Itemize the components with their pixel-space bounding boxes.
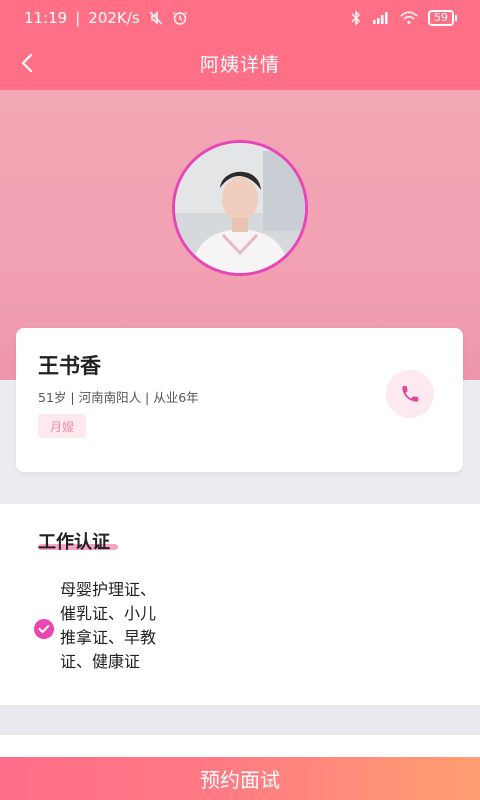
- avatar: [172, 140, 308, 276]
- certification-line: 证、健康证: [60, 652, 141, 671]
- status-bar: 11:19 | 202K/s 59: [0, 0, 480, 36]
- certification-title-wrap: 工作认证: [38, 528, 118, 554]
- certification-title: 工作认证: [38, 532, 110, 553]
- caregiver-name: 王书香: [38, 354, 101, 378]
- back-button[interactable]: [10, 46, 44, 80]
- section-gap: [0, 705, 480, 735]
- book-interview-button[interactable]: 预约面试: [0, 757, 480, 800]
- service-tag: 月嫂: [38, 414, 86, 438]
- certification-line: 母婴护理证、: [60, 580, 157, 599]
- header: 阿姨详情: [0, 36, 480, 90]
- avatar-photo: [175, 143, 305, 273]
- status-left: 11:19 | 202K/s: [24, 9, 188, 27]
- check-icon: [34, 619, 54, 639]
- battery-indicator: 59: [428, 10, 457, 26]
- certification-line: 推拿证、早教: [60, 628, 157, 647]
- certification-list: 母婴护理证、 催乳证、小儿 推拿证、早教 证、健康证: [60, 578, 180, 674]
- phone-icon: [402, 386, 419, 402]
- certification-section: 工作认证 母婴护理证、 催乳证、小儿 推拿证、早教 证、健康证: [0, 504, 480, 705]
- checkmark-svg: [38, 625, 50, 633]
- mute-icon: [149, 11, 163, 25]
- status-network-speed: 202K/s: [88, 9, 140, 27]
- wifi-icon: [400, 11, 418, 24]
- call-button[interactable]: [386, 370, 434, 418]
- back-icon: [21, 53, 33, 73]
- alarm-icon: [172, 12, 187, 25]
- status-time: 11:19: [24, 9, 68, 27]
- profile-card: 王书香 51岁 | 河南南阳人 | 从业6年 月嫂: [16, 328, 463, 472]
- signal-icon: [373, 12, 388, 24]
- caregiver-meta: 51岁 | 河南南阳人 | 从业6年: [38, 390, 199, 405]
- status-separator: |: [75, 9, 81, 27]
- bluetooth-icon: [351, 10, 360, 26]
- next-section-preview: [0, 735, 480, 757]
- status-right: 59: [350, 10, 457, 26]
- certification-line: 催乳证、小儿: [60, 604, 157, 623]
- page-title: 阿姨详情: [199, 53, 280, 76]
